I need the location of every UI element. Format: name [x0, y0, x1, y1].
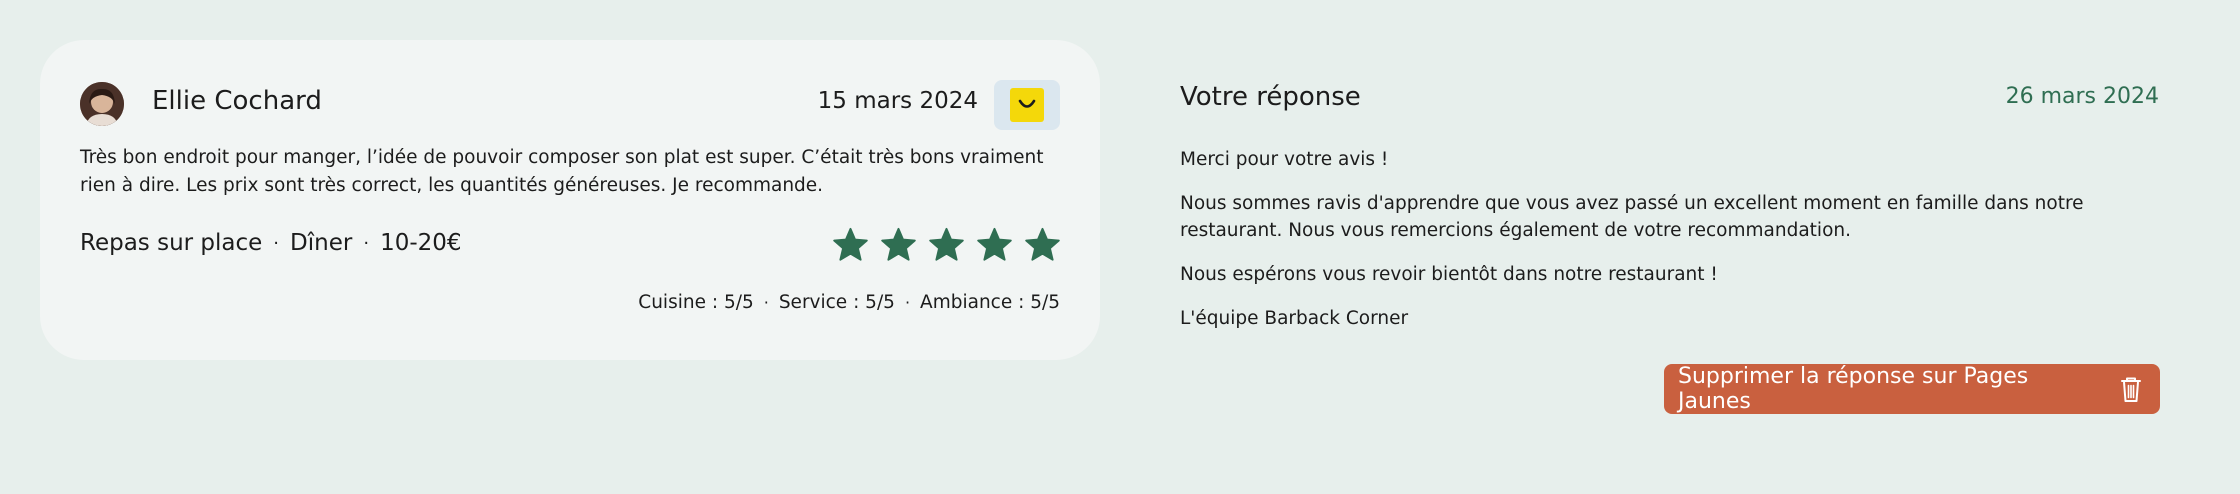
review-meta: Repas sur place · Dîner · 10-20€ [80, 230, 462, 256]
review-author: Ellie Cochard [152, 86, 322, 116]
response-signature: L'équipe Barback Corner [1180, 308, 1409, 329]
meta-meal: Dîner [290, 230, 353, 256]
response-paragraph: Nous espérons vous revoir bientôt dans n… [1180, 264, 1718, 285]
star-icon [833, 227, 868, 261]
score-service: Service : 5/5 [778, 292, 895, 313]
response-body: Merci pour votre avis ! Nous sommes ravi… [1180, 146, 2180, 349]
response-paragraph: Merci pour votre avis ! [1180, 149, 1389, 170]
review-scores: Cuisine : 5/5 · Service : 5/5 · Ambiance… [638, 292, 1060, 313]
source-badge [994, 80, 1060, 130]
star-icon [977, 227, 1012, 261]
score-ambiance: Ambiance : 5/5 [920, 292, 1060, 313]
review-card: Ellie Cochard 15 mars 2024 Très bon endr… [40, 40, 1100, 360]
separator-dot: · [363, 232, 370, 254]
avatar [80, 82, 124, 126]
pages-jaunes-logo-icon [1010, 88, 1044, 122]
star-rating [831, 226, 1062, 264]
meta-price: 10-20€ [380, 230, 462, 256]
delete-response-label: Supprimer la réponse sur Pages Jaunes [1678, 364, 2029, 414]
response-date: 26 mars 2024 [2005, 84, 2159, 109]
star-icon [929, 227, 964, 261]
separator-dot: · [273, 232, 280, 254]
review-date: 15 mars 2024 [817, 88, 978, 114]
meta-service-type: Repas sur place [80, 230, 263, 256]
response-paragraph: Nous sommes ravis d'apprendre que vous a… [1180, 193, 2084, 241]
star-icon [1025, 227, 1060, 261]
star-icon [881, 227, 916, 261]
separator-dot: · [904, 293, 911, 312]
separator-dot: · [763, 293, 769, 312]
trash-icon [2121, 377, 2141, 402]
review-text: Très bon endroit pour manger, l’idée de … [80, 147, 1044, 196]
response-title: Votre réponse [1180, 82, 1361, 112]
score-cuisine: Cuisine : 5/5 [638, 292, 754, 313]
delete-response-button[interactable]: Supprimer la réponse sur Pages Jaunes [1664, 364, 2160, 414]
